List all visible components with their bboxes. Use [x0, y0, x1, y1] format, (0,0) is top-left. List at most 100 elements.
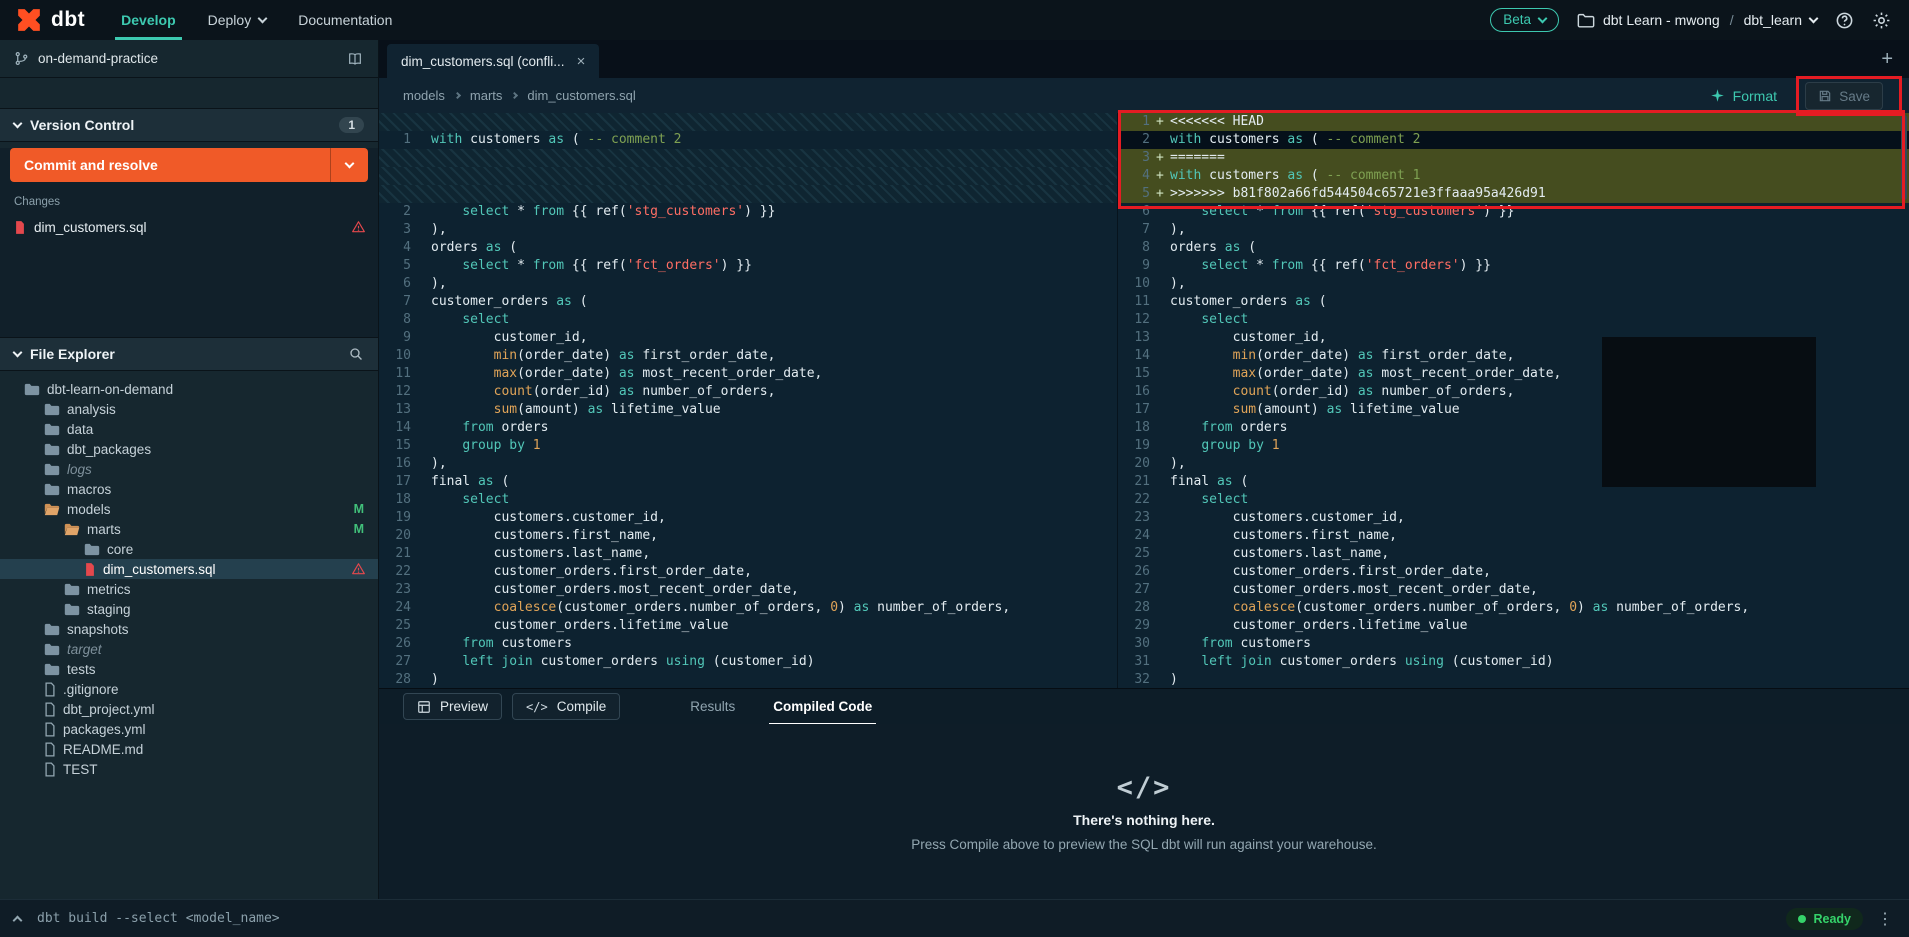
- code-text: coalesce(customer_orders.number_of_order…: [1170, 599, 1909, 617]
- code-editor-left-pane[interactable]: 1with customers as ( -- comment 22 selec…: [379, 113, 1117, 688]
- diff-marker: [1156, 401, 1170, 419]
- diff-marker: [417, 437, 431, 455]
- diff-marker: [417, 455, 431, 473]
- diff-filler-row: [379, 185, 1117, 203]
- changed-file-row[interactable]: dim_customers.sql: [0, 214, 378, 240]
- expand-panel-button[interactable]: [14, 914, 21, 924]
- nav-link-develop[interactable]: Develop: [105, 0, 191, 40]
- code-line: 22 customer_orders.first_order_date,: [379, 563, 1117, 581]
- code-line: 27 left join customer_orders using (cust…: [379, 653, 1117, 671]
- command-bar: dbt build --select <model_name> Ready ⋮: [0, 899, 1909, 937]
- tree-item--gitignore[interactable]: .gitignore: [0, 679, 378, 699]
- new-tab-button[interactable]: +: [1881, 48, 1893, 71]
- tree-item-label: .gitignore: [63, 682, 119, 697]
- commit-options-dropdown[interactable]: [330, 148, 368, 182]
- command-input[interactable]: dbt build --select <model_name>: [37, 911, 280, 926]
- breadcrumb-item[interactable]: marts: [470, 88, 503, 103]
- changes-section-label: Changes: [14, 196, 364, 208]
- code-text: orders as (: [1170, 239, 1909, 257]
- diff-marker: [417, 221, 431, 239]
- diff-marker: [1156, 671, 1170, 688]
- search-icon[interactable]: [348, 346, 364, 362]
- overflow-menu-button[interactable]: ⋮: [1877, 909, 1893, 929]
- tree-item-target[interactable]: target: [0, 639, 378, 659]
- code-line: 8 select: [379, 311, 1117, 329]
- results-tabs: Results Compiled Code: [656, 689, 876, 725]
- tree-item-label: dbt-learn-on-demand: [47, 382, 173, 397]
- line-number: 11: [379, 365, 417, 383]
- git-branch-selector[interactable]: on-demand-practice: [0, 40, 378, 78]
- tree-item-macros[interactable]: macros: [0, 479, 378, 499]
- nav-link-deploy[interactable]: Deploy: [192, 0, 283, 40]
- tree-item-core[interactable]: core: [0, 539, 378, 559]
- docs-book-icon[interactable]: [346, 51, 364, 67]
- code-line: 25 customer_orders.lifetime_value: [379, 617, 1117, 635]
- file-conflict-icon: [84, 562, 96, 577]
- commit-button-label-area[interactable]: Commit and resolve: [10, 148, 330, 182]
- tree-item-dbt-packages[interactable]: dbt_packages: [0, 439, 378, 459]
- breadcrumb-item[interactable]: models: [403, 88, 445, 103]
- line-number: 7: [379, 293, 417, 311]
- folder-icon: [64, 603, 80, 616]
- breadcrumb-item[interactable]: dim_customers.sql: [527, 88, 635, 103]
- tree-item-dbt-learn-on-demand[interactable]: dbt-learn-on-demand: [0, 379, 378, 399]
- tree-item-data[interactable]: data: [0, 419, 378, 439]
- beta-dropdown[interactable]: Beta: [1490, 8, 1559, 32]
- tree-item-readme-md[interactable]: README.md: [0, 739, 378, 759]
- preview-button[interactable]: Preview: [403, 693, 502, 720]
- line-number: 22: [1118, 491, 1156, 509]
- diff-marker: [1156, 437, 1170, 455]
- tree-item-dbt-project-yml[interactable]: dbt_project.yml: [0, 699, 378, 719]
- diff-marker: +: [1156, 167, 1170, 185]
- save-button[interactable]: Save: [1805, 82, 1883, 110]
- tree-item-packages-yml[interactable]: packages.yml: [0, 719, 378, 739]
- editor-scrollbar-thumb[interactable]: [1901, 115, 1907, 200]
- settings-button[interactable]: [1872, 11, 1891, 30]
- nav-link-documentation[interactable]: Documentation: [282, 0, 408, 40]
- tree-item-snapshots[interactable]: snapshots: [0, 619, 378, 639]
- tab-results[interactable]: Results: [686, 689, 739, 725]
- tab-compiled-code[interactable]: Compiled Code: [769, 689, 876, 725]
- compile-button[interactable]: </> Compile: [512, 693, 620, 720]
- code-text: customers.first_name,: [1170, 527, 1909, 545]
- line-number: 4: [1118, 167, 1156, 185]
- project-name: dbt_learn: [1744, 12, 1802, 28]
- dark-overlay: [1602, 337, 1816, 487]
- code-line: 9 select * from {{ ref('fct_orders') }}: [1118, 257, 1909, 275]
- file-explorer-header[interactable]: File Explorer: [0, 337, 378, 371]
- line-number: 25: [1118, 545, 1156, 563]
- tree-item-marts[interactable]: martsM: [0, 519, 378, 539]
- version-control-header[interactable]: Version Control 1: [0, 108, 378, 142]
- close-icon[interactable]: ×: [577, 53, 586, 70]
- code-line: 30 from customers: [1118, 635, 1909, 653]
- tree-item-dim-customers-sql[interactable]: dim_customers.sql: [0, 559, 378, 579]
- diff-marker: [417, 509, 431, 527]
- tree-item-models[interactable]: modelsM: [0, 499, 378, 519]
- tree-item-staging[interactable]: staging: [0, 599, 378, 619]
- diff-marker: [1156, 473, 1170, 491]
- line-number: 30: [1118, 635, 1156, 653]
- code-text: customers.last_name,: [1170, 545, 1909, 563]
- tree-item-label: macros: [67, 482, 111, 497]
- help-button[interactable]: [1835, 11, 1854, 30]
- tree-item-tests[interactable]: tests: [0, 659, 378, 679]
- tree-item-metrics[interactable]: metrics: [0, 579, 378, 599]
- tree-item-test[interactable]: TEST: [0, 759, 378, 779]
- code-text: [431, 167, 1117, 185]
- diff-marker: [417, 473, 431, 491]
- line-number: 4: [379, 239, 417, 257]
- file-icon: [44, 722, 56, 737]
- code-line: 5 select * from {{ ref('fct_orders') }}: [379, 257, 1117, 275]
- dbt-logo[interactable]: dbt: [0, 7, 105, 33]
- tree-item-logs[interactable]: logs: [0, 459, 378, 479]
- diff-marker: [1156, 347, 1170, 365]
- sparkle-icon: [1710, 88, 1725, 103]
- diff-marker: [1156, 221, 1170, 239]
- tab-dim-customers[interactable]: dim_customers.sql (confli... ×: [387, 44, 599, 78]
- format-button[interactable]: Format: [1710, 78, 1777, 113]
- commit-and-resolve-button[interactable]: Commit and resolve: [10, 148, 368, 182]
- tree-item-analysis[interactable]: analysis: [0, 399, 378, 419]
- folder-icon: [44, 463, 60, 476]
- code-line: 24 customers.first_name,: [1118, 527, 1909, 545]
- account-switcher[interactable]: dbt Learn - mwong / dbt_learn: [1577, 12, 1817, 28]
